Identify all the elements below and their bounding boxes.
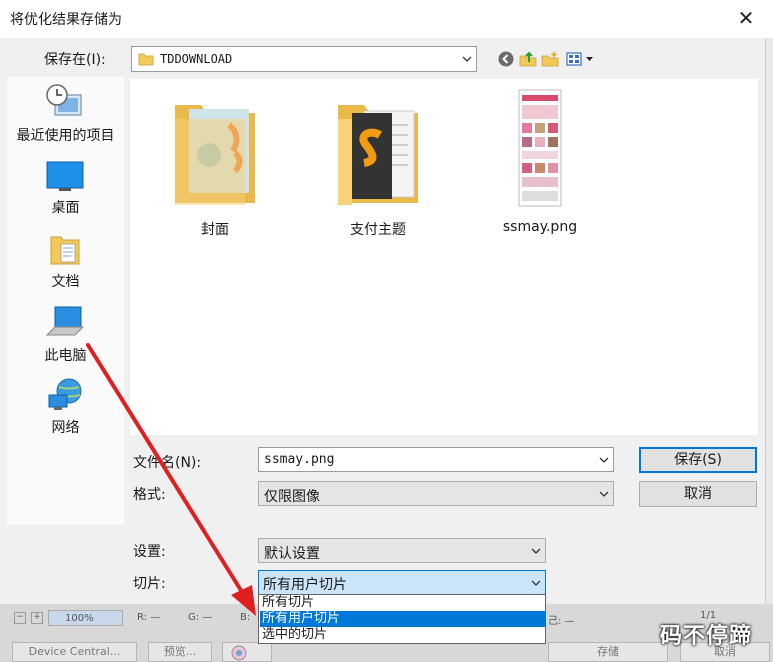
file-name: 封面 — [201, 222, 229, 238]
place-label: 最近使用的项目 — [16, 128, 115, 144]
place-documents[interactable]: 文档 — [7, 229, 124, 291]
up-folder-icon[interactable] — [519, 50, 537, 68]
savein-label: 保存在(I): — [44, 52, 106, 68]
place-label: 文档 — [51, 274, 80, 290]
place-desktop[interactable]: 桌面 — [7, 157, 124, 217]
back-icon[interactable] — [497, 50, 515, 68]
window-edge — [765, 38, 773, 604]
file-name: ssmay.png — [502, 219, 578, 235]
slice-option[interactable]: 所有切片 — [260, 595, 546, 611]
zoom-select[interactable]: 100% — [48, 610, 123, 626]
device-central-button[interactable]: Device Central... — [12, 642, 137, 662]
place-network[interactable]: 网络 — [7, 375, 124, 439]
file-item-image[interactable]: ssmay.png — [480, 85, 600, 241]
dialog-titlebar: 将优化结果存储为 ✕ — [0, 0, 773, 38]
place-label: 网络 — [51, 420, 80, 436]
format-value: 仅限图像 — [264, 489, 320, 505]
new-folder-icon[interactable] — [541, 50, 559, 68]
filename-value: ssmay.png — [264, 452, 335, 467]
network-icon — [48, 378, 82, 410]
save-button[interactable]: 保存(S) — [639, 447, 757, 473]
place-recent[interactable]: 最近使用的项目 — [7, 81, 124, 145]
chevron-down-icon — [531, 580, 541, 586]
partial-readout: 己: — — [548, 616, 575, 627]
documents-icon — [50, 236, 80, 265]
settings-dropdown[interactable]: 默认设置 — [258, 538, 546, 563]
format-label: 格式: — [133, 487, 166, 503]
zoom-value: 100% — [65, 613, 94, 624]
this-pc-icon — [45, 306, 85, 336]
slice-dropdown[interactable]: 所有用户切片 — [258, 570, 546, 595]
slice-value: 所有用户切片 — [263, 577, 347, 593]
preview-button[interactable]: 预览... — [148, 642, 212, 662]
slice-option-selected[interactable]: 所有用户切片 — [260, 611, 546, 627]
browser-icon — [231, 645, 247, 661]
slice-option[interactable]: 选中的切片 — [260, 627, 546, 643]
folder-icon — [338, 105, 418, 205]
recent-items-icon — [46, 84, 82, 116]
cancel-button[interactable]: 取消 — [639, 481, 757, 507]
watermark-text: 码不停蹄 — [660, 624, 753, 649]
settings-value: 默认设置 — [264, 546, 320, 562]
file-item-folder[interactable]: 封面 — [155, 85, 275, 241]
chevron-down-icon — [599, 491, 609, 497]
chevron-down-icon[interactable] — [599, 455, 609, 465]
image-thumbnail-icon — [518, 89, 562, 207]
dialog-title: 将优化结果存储为 — [10, 12, 122, 28]
r-readout: R: — — [137, 612, 161, 623]
place-label: 此电脑 — [44, 348, 87, 364]
place-label: 桌面 — [51, 200, 80, 216]
zoom-in-icon[interactable]: + — [31, 612, 43, 624]
settings-label: 设置: — [133, 544, 166, 560]
slice-options-list[interactable]: 所有切片 所有用户切片 选中的切片 — [258, 594, 546, 644]
folder-icon — [138, 53, 154, 66]
chevron-down-icon — [531, 548, 541, 554]
folder-icon — [175, 105, 255, 205]
b-readout: B: — [240, 612, 251, 623]
zoom-out-icon[interactable]: − — [14, 612, 26, 624]
savein-value: TDDOWNLOAD — [160, 52, 233, 66]
place-this-pc[interactable]: 此电脑 — [7, 303, 124, 365]
slice-label: 切片: — [133, 576, 166, 592]
filename-input[interactable]: ssmay.png — [258, 447, 614, 472]
store-button[interactable]: 存储 — [548, 642, 668, 662]
places-bar: 最近使用的项目 桌面 文档 此电脑 网络 — [7, 77, 124, 525]
browser-select[interactable] — [222, 642, 272, 662]
filename-label: 文件名(N): — [133, 455, 202, 471]
format-dropdown[interactable]: 仅限图像 — [258, 481, 614, 506]
file-item-folder[interactable]: 支付主题 — [318, 85, 438, 241]
savein-dropdown[interactable]: TDDOWNLOAD — [131, 46, 477, 72]
g-readout: G: — — [188, 612, 213, 623]
close-button[interactable]: ✕ — [732, 4, 760, 32]
view-menu-icon[interactable] — [566, 50, 596, 68]
desktop-icon — [46, 161, 84, 191]
chevron-down-icon — [462, 56, 472, 62]
file-name: 支付主题 — [350, 222, 406, 238]
file-list-view[interactable]: 封面 支付主题 ssmay.png — [130, 79, 758, 435]
